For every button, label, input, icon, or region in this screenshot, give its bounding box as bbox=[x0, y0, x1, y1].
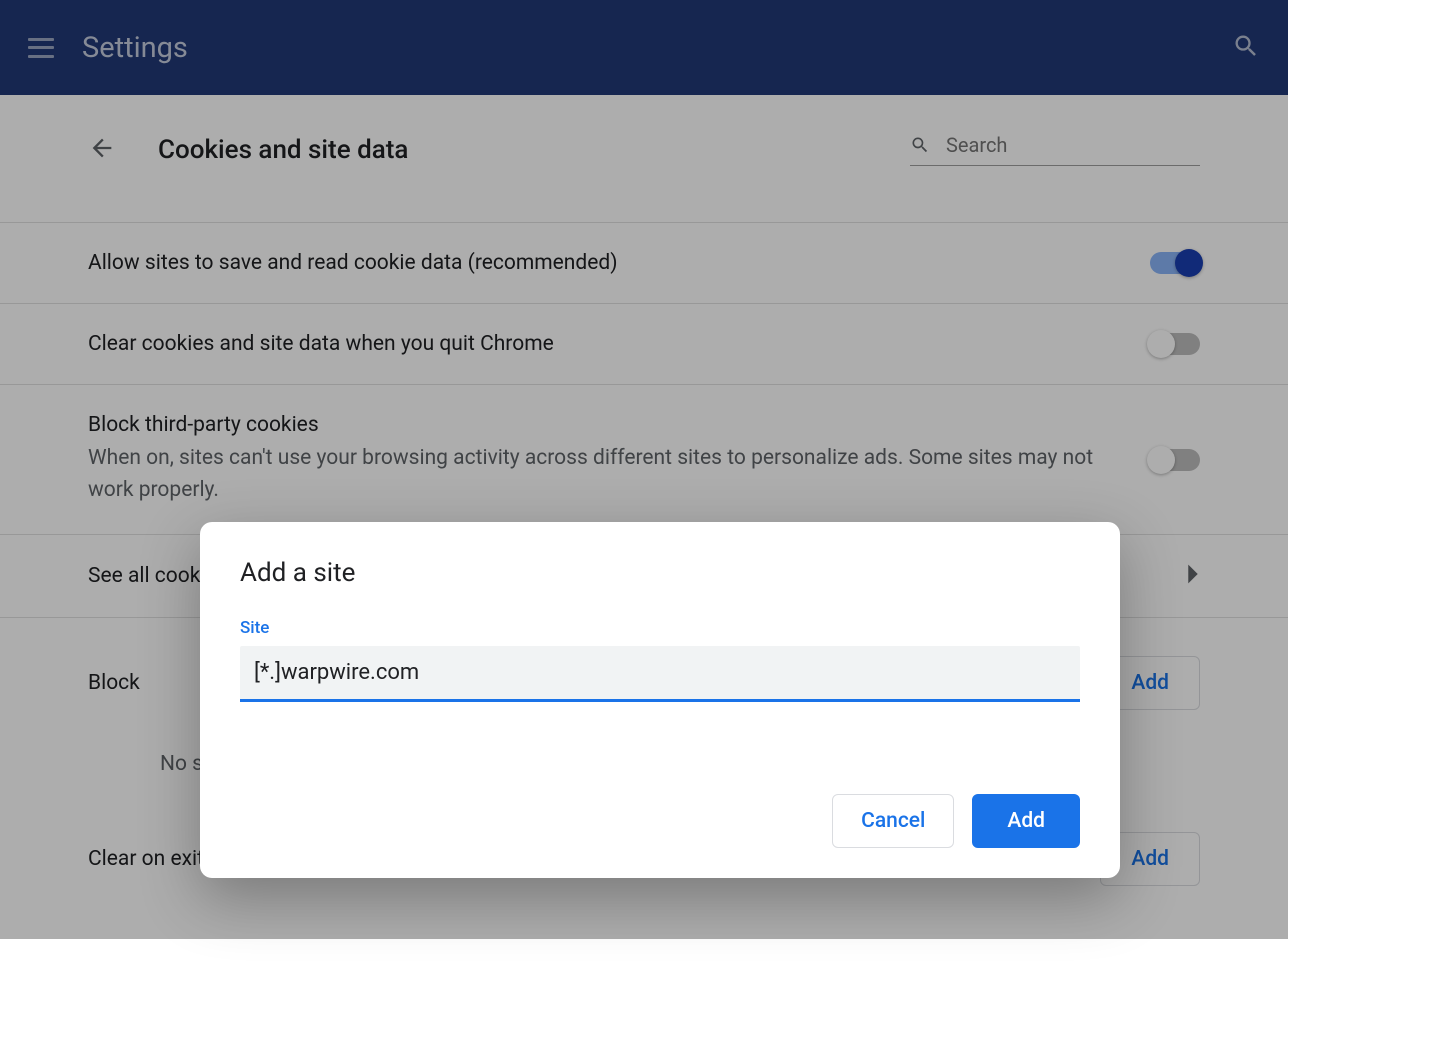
dialog-actions: Cancel Add bbox=[240, 794, 1080, 848]
dialog-field-label: Site bbox=[240, 618, 1080, 638]
dialog-title: Add a site bbox=[240, 558, 1080, 588]
add-button[interactable]: Add bbox=[972, 794, 1080, 848]
site-input[interactable] bbox=[240, 646, 1080, 702]
add-site-dialog: Add a site Site Cancel Add bbox=[200, 522, 1120, 878]
cancel-button[interactable]: Cancel bbox=[832, 794, 954, 848]
